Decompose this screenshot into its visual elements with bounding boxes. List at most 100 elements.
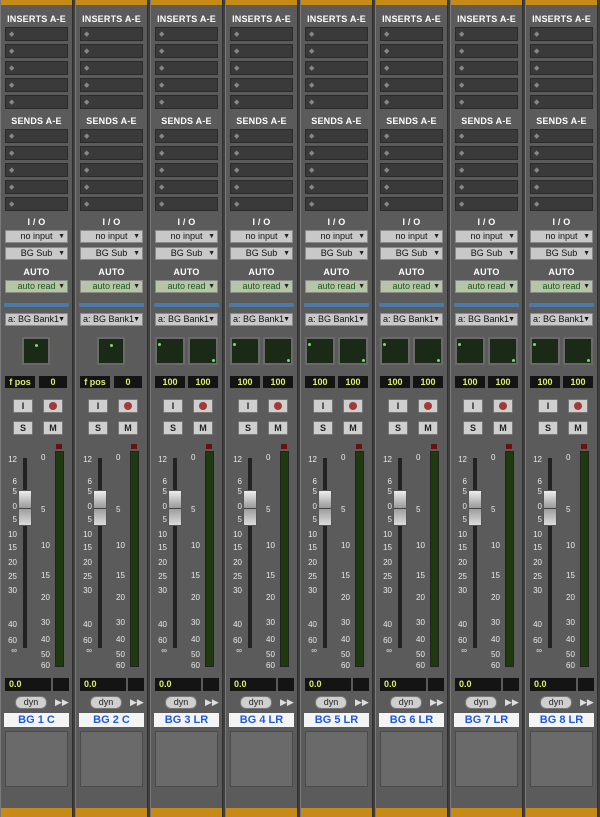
automation-mode-selector[interactable]: auto read ▼	[380, 280, 443, 293]
mute-button[interactable]: M	[568, 421, 588, 435]
volume-fader[interactable]	[18, 490, 32, 526]
volume-fader[interactable]	[468, 490, 482, 526]
record-enable-button[interactable]	[493, 399, 513, 413]
vca-group-selector[interactable]: a: BG Bank1 ▼	[155, 313, 218, 326]
insert-slot[interactable]: ◆	[5, 44, 68, 58]
insert-slot[interactable]: ◆	[305, 78, 368, 92]
insert-slot[interactable]: ◆	[305, 61, 368, 75]
input-selector[interactable]: no input ▼	[380, 230, 443, 243]
comments-box[interactable]	[530, 731, 593, 787]
output-selector[interactable]: BG Sub ▼	[5, 247, 68, 260]
insert-slot[interactable]: ◆	[305, 95, 368, 109]
solo-button[interactable]: S	[88, 421, 108, 435]
track-name[interactable]: BG 8 LR	[529, 713, 594, 727]
pan-knob-right[interactable]	[188, 337, 218, 365]
clip-indicator[interactable]	[431, 444, 437, 449]
insert-slot[interactable]: ◆	[530, 44, 593, 58]
volume-fader[interactable]	[393, 490, 407, 526]
pan-knob-left[interactable]	[305, 337, 335, 365]
volume-value[interactable]: 0.0	[5, 678, 51, 691]
send-slot[interactable]: ◆	[230, 180, 293, 194]
insert-slot[interactable]: ◆	[230, 95, 293, 109]
input-monitor-button[interactable]: I	[463, 399, 483, 413]
input-selector[interactable]: no input ▼	[230, 230, 293, 243]
send-slot[interactable]: ◆	[5, 180, 68, 194]
send-slot[interactable]: ◆	[305, 197, 368, 211]
dyn-button[interactable]: dyn	[90, 696, 122, 709]
send-slot[interactable]: ◆	[155, 146, 218, 160]
insert-slot[interactable]: ◆	[155, 78, 218, 92]
volume-value[interactable]: 0.0	[155, 678, 201, 691]
insert-slot[interactable]: ◆	[455, 27, 518, 41]
pan-left-value[interactable]: 100	[305, 376, 335, 388]
pan-knob-left[interactable]	[530, 337, 560, 365]
dyn-button[interactable]: dyn	[390, 696, 422, 709]
input-selector[interactable]: no input ▼	[155, 230, 218, 243]
send-slot[interactable]: ◆	[5, 197, 68, 211]
volume-value[interactable]: 0.0	[80, 678, 126, 691]
volume-fader[interactable]	[243, 490, 257, 526]
input-selector[interactable]: no input ▼	[5, 230, 68, 243]
send-arrows-icon[interactable]: ▶▶	[55, 697, 69, 708]
send-slot[interactable]: ◆	[455, 180, 518, 194]
send-slot[interactable]: ◆	[155, 180, 218, 194]
insert-slot[interactable]: ◆	[230, 61, 293, 75]
send-slot[interactable]: ◆	[155, 129, 218, 143]
pan-knob-left[interactable]	[230, 337, 260, 365]
insert-slot[interactable]: ◆	[455, 61, 518, 75]
insert-slot[interactable]: ◆	[380, 78, 443, 92]
comments-box[interactable]	[80, 731, 143, 787]
send-slot[interactable]: ◆	[530, 146, 593, 160]
insert-slot[interactable]: ◆	[455, 95, 518, 109]
send-slot[interactable]: ◆	[230, 146, 293, 160]
send-slot[interactable]: ◆	[455, 146, 518, 160]
solo-button[interactable]: S	[13, 421, 33, 435]
input-monitor-button[interactable]: I	[538, 399, 558, 413]
record-enable-button[interactable]	[418, 399, 438, 413]
volume-fader[interactable]	[93, 490, 107, 526]
output-selector[interactable]: BG Sub ▼	[455, 247, 518, 260]
insert-slot[interactable]: ◆	[230, 78, 293, 92]
pan-right-value[interactable]: 100	[488, 376, 518, 388]
automation-mode-selector[interactable]: auto read ▼	[455, 280, 518, 293]
clip-indicator[interactable]	[356, 444, 362, 449]
send-slot[interactable]: ◆	[455, 129, 518, 143]
record-enable-button[interactable]	[193, 399, 213, 413]
comments-box[interactable]	[155, 731, 218, 787]
pan-knob-right[interactable]	[338, 337, 368, 365]
solo-button[interactable]: S	[538, 421, 558, 435]
volume-value[interactable]: 0.0	[230, 678, 276, 691]
insert-slot[interactable]: ◆	[455, 44, 518, 58]
send-slot[interactable]: ◆	[380, 129, 443, 143]
automation-mode-selector[interactable]: auto read ▼	[305, 280, 368, 293]
output-selector[interactable]: BG Sub ▼	[80, 247, 143, 260]
insert-slot[interactable]: ◆	[80, 44, 143, 58]
pan-left-value[interactable]: 100	[530, 376, 560, 388]
send-slot[interactable]: ◆	[230, 197, 293, 211]
pan-left-value[interactable]: 100	[155, 376, 185, 388]
solo-button[interactable]: S	[388, 421, 408, 435]
insert-slot[interactable]: ◆	[155, 95, 218, 109]
pan-right-value[interactable]: 100	[413, 376, 443, 388]
volume-fader[interactable]	[168, 490, 182, 526]
send-arrows-icon[interactable]: ▶▶	[580, 697, 594, 708]
insert-slot[interactable]: ◆	[155, 61, 218, 75]
send-slot[interactable]: ◆	[80, 146, 143, 160]
send-slot[interactable]: ◆	[230, 163, 293, 177]
send-slot[interactable]: ◆	[5, 146, 68, 160]
send-slot[interactable]: ◆	[380, 197, 443, 211]
automation-mode-selector[interactable]: auto read ▼	[155, 280, 218, 293]
comments-box[interactable]	[380, 731, 443, 787]
solo-button[interactable]: S	[238, 421, 258, 435]
comments-box[interactable]	[455, 731, 518, 787]
output-selector[interactable]: BG Sub ▼	[230, 247, 293, 260]
send-slot[interactable]: ◆	[80, 163, 143, 177]
send-slot[interactable]: ◆	[305, 180, 368, 194]
input-monitor-button[interactable]: I	[388, 399, 408, 413]
pan-knob-left[interactable]	[455, 337, 485, 365]
insert-slot[interactable]: ◆	[80, 27, 143, 41]
clip-indicator[interactable]	[56, 444, 62, 449]
record-enable-button[interactable]	[268, 399, 288, 413]
send-arrows-icon[interactable]: ▶▶	[280, 697, 294, 708]
track-name[interactable]: BG 3 LR	[154, 713, 219, 727]
